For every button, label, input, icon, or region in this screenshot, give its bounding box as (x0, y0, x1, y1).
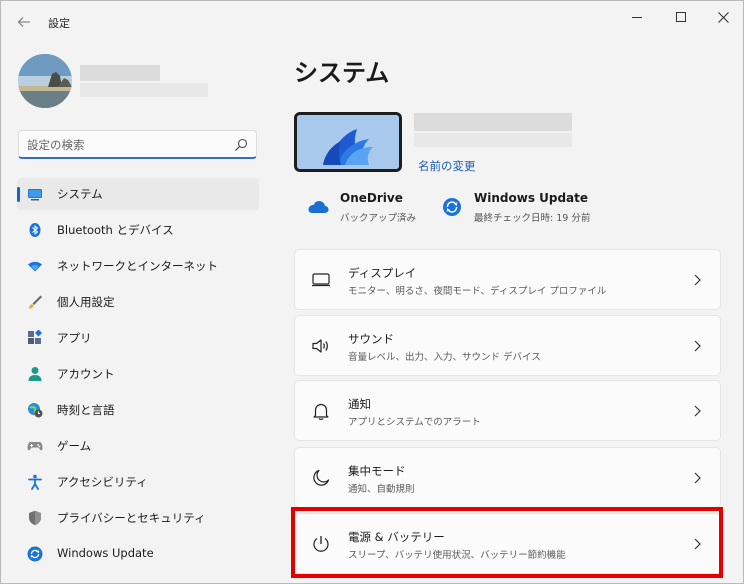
person-icon (28, 367, 42, 381)
sidebar-item-label: アカウント (57, 367, 115, 381)
rename-link[interactable]: 名前の変更 (418, 158, 476, 174)
sidebar-item-gaming[interactable]: ゲーム (17, 430, 259, 462)
card-subtitle: アプリとシステムでのアラート (348, 417, 481, 428)
card-title: サウンド (348, 332, 394, 346)
card-title: 電源 & バッテリー (348, 530, 445, 544)
apps-icon (28, 330, 43, 344)
avatar[interactable] (18, 54, 72, 108)
card-title: 通知 (348, 397, 371, 411)
card-title: 集中モード (348, 464, 406, 478)
device-thumbnail (294, 112, 402, 172)
sidebar-item-privacy[interactable]: プライバシーとセキュリティ (17, 502, 259, 534)
minimize-icon (632, 17, 642, 18)
sidebar-item-label: ネットワークとインターネット (57, 259, 218, 273)
card-subtitle: モニター、明るさ、夜間モード、ディスプレイ プロファイル (348, 286, 607, 297)
sidebar-item-label: 個人用設定 (57, 295, 115, 309)
wifi-icon (28, 261, 42, 272)
sidebar-item-label: アクセシビリティ (57, 475, 148, 489)
shield-icon (29, 510, 41, 526)
sidebar-item-label: システム (57, 187, 103, 201)
page-title: システム (294, 59, 390, 87)
windows-bloom-wallpaper (297, 115, 399, 169)
update-icon (443, 198, 461, 216)
sidebar-nav: システム Bluetooth とデバイス ネットワークとインターネット 個人用設… (17, 178, 259, 574)
service-subtitle: バックアップ済み (340, 213, 417, 224)
chevron-right-icon (694, 538, 701, 550)
sidebar-item-windows-update[interactable]: Windows Update (17, 538, 259, 570)
sidebar-item-bluetooth[interactable]: Bluetooth とデバイス (17, 214, 259, 246)
avatar-photo (18, 54, 72, 108)
sidebar-item-personalization[interactable]: 個人用設定 (17, 286, 259, 318)
accessibility-icon (28, 474, 42, 490)
search-box[interactable] (18, 130, 257, 159)
sidebar-item-label: アプリ (57, 331, 92, 345)
bell-icon (313, 403, 329, 420)
service-title: OneDrive (340, 191, 403, 205)
arrow-left-icon (17, 17, 30, 27)
sidebar-item-label: Bluetooth とデバイス (57, 223, 174, 237)
close-icon (717, 11, 729, 23)
display-icon (312, 273, 330, 287)
maximize-icon (676, 12, 686, 22)
service-windows-update[interactable]: Windows Update 最終チェック日時: 19 分前 (441, 190, 611, 226)
globe-clock-icon (28, 403, 43, 418)
chevron-right-icon (694, 472, 701, 484)
speaker-icon (312, 339, 328, 353)
chevron-right-icon (694, 405, 701, 417)
chevron-right-icon (694, 274, 701, 286)
redacted-device-model (414, 133, 572, 147)
card-display[interactable]: ディスプレイ モニター、明るさ、夜間モード、ディスプレイ プロファイル (294, 249, 721, 310)
sidebar-item-label: Windows Update (57, 546, 154, 560)
card-subtitle: スリープ、バッテリ使用状況、バッテリー節約機能 (348, 550, 566, 561)
gamepad-icon (27, 442, 43, 451)
redacted-email (80, 83, 208, 97)
service-subtitle: 最終チェック日時: 19 分前 (474, 213, 591, 224)
card-focus-assist[interactable]: 集中モード 通知、自動規則 (294, 447, 721, 508)
card-subtitle: 音量レベル、出力、入力、サウンド デバイス (348, 352, 541, 363)
cloud-icon (308, 201, 329, 213)
card-title: ディスプレイ (348, 266, 417, 280)
sidebar-item-time-language[interactable]: 時刻と言語 (17, 394, 259, 426)
service-onedrive[interactable]: OneDrive バックアップ済み (307, 190, 437, 226)
sidebar-item-accounts[interactable]: アカウント (17, 358, 259, 390)
settings-window: 設定 設定の検索 システム Bluetooth とデバイス ネットワークとインタ… (0, 0, 744, 584)
minimize-button[interactable] (615, 3, 659, 31)
card-subtitle: 通知、自動規則 (348, 484, 415, 495)
sidebar-item-apps[interactable]: アプリ (17, 322, 259, 354)
sidebar-item-accessibility[interactable]: アクセシビリティ (17, 466, 259, 498)
back-button[interactable] (11, 9, 37, 35)
chevron-right-icon (694, 340, 701, 352)
power-icon (313, 536, 329, 552)
card-notifications[interactable]: 通知 アプリとシステムでのアラート (294, 380, 721, 441)
search-input[interactable] (27, 136, 227, 154)
sidebar-item-label: ゲーム (57, 439, 92, 453)
sidebar-item-system[interactable]: システム (17, 178, 259, 210)
sidebar-item-label: 時刻と言語 (57, 403, 115, 417)
maximize-button[interactable] (659, 3, 703, 31)
sidebar-item-label: プライバシーとセキュリティ (57, 511, 206, 525)
bluetooth-icon (29, 223, 41, 237)
close-button[interactable] (701, 3, 743, 31)
redacted-device-name (414, 113, 572, 131)
title-bar: 設定 (1, 1, 743, 41)
moon-icon (313, 469, 330, 486)
app-title: 設定 (48, 17, 70, 30)
card-sound[interactable]: サウンド 音量レベル、出力、入力、サウンド デバイス (294, 315, 721, 376)
search-icon[interactable] (234, 138, 248, 152)
sidebar-item-network[interactable]: ネットワークとインターネット (17, 250, 259, 282)
service-title: Windows Update (474, 191, 589, 205)
redacted-username (80, 65, 160, 81)
card-power-battery[interactable]: 電源 & バッテリー スリープ、バッテリ使用状況、バッテリー節約機能 (294, 513, 721, 574)
monitor-icon (28, 189, 42, 201)
brush-icon (28, 295, 42, 309)
update-icon (27, 546, 43, 562)
